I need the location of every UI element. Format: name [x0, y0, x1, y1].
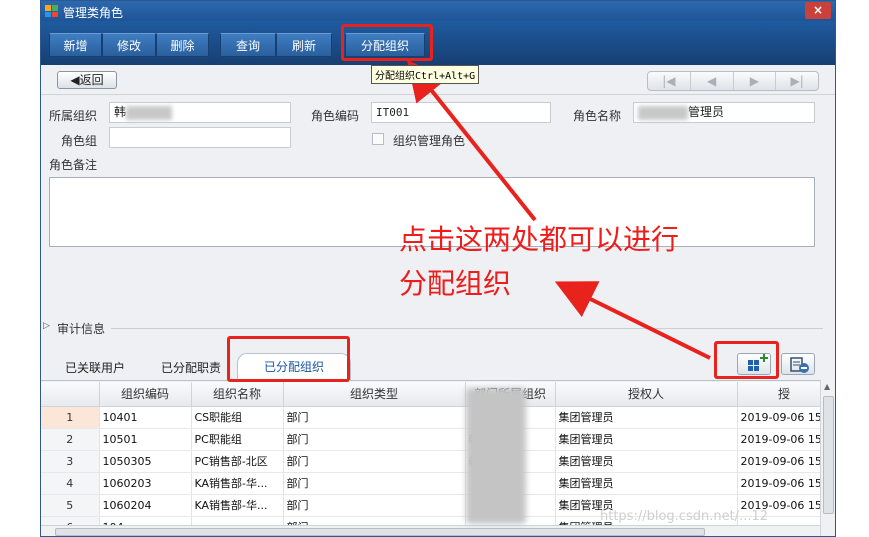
audit-section[interactable]: ▷ 审计信息 [43, 320, 829, 336]
close-icon[interactable]: × [805, 2, 831, 19]
cell-org-type: 部门 [283, 472, 466, 495]
group-field[interactable] [109, 127, 291, 148]
audit-label: 审计信息 [57, 322, 106, 336]
add-button[interactable]: 新增 [49, 33, 102, 57]
cell-org-type: 部门 [283, 494, 466, 517]
name-label: 角色名称 [573, 109, 622, 123]
refresh-button[interactable]: 刷新 [276, 33, 332, 57]
cell-org-name: PC职能组 [191, 428, 284, 451]
title-bar: 管理类角色 × [41, 1, 835, 21]
cell-grant-time: 2019-09-06 15 [737, 450, 823, 473]
table-row[interactable]: 2 10501 PC职能组 部门 韩 集团管理员 2019-09-06 15 [41, 428, 823, 451]
col-header-org-type[interactable]: 组织类型 [283, 382, 466, 407]
cell-org-name: KA销售部-华... [191, 494, 284, 517]
grid-header: 组织编码 组织名称 组织类型 部门所属组织 授权人 授 [41, 382, 823, 407]
row-number: 3 [41, 450, 100, 473]
org-grid: 组织编码 组织名称 组织类型 部门所属组织 授权人 授 1 10401 CS职能… [41, 382, 823, 525]
scroll-thumb[interactable] [55, 528, 705, 536]
next-record-icon[interactable]: ▶ [734, 72, 777, 90]
row-number: 2 [41, 428, 100, 451]
tab-linked-users[interactable]: 已关联用户 [65, 359, 125, 376]
col-header-org-code[interactable]: 组织编码 [99, 382, 192, 407]
cell-org-code: 104... [99, 516, 192, 525]
redaction [126, 105, 173, 120]
delete-button[interactable]: 删除 [156, 33, 209, 57]
record-pager: |◀ ◀ ▶ ▶| [647, 71, 819, 91]
assign-org-tooltip: 分配组织Ctrl+Alt+G [371, 65, 480, 84]
window-title: 管理类角色 [63, 6, 124, 20]
table-row[interactable]: 1 10401 CS职能组 部门 集团管理员 2019-09-06 15 [41, 406, 823, 429]
scroll-thumb[interactable] [823, 396, 834, 514]
org-value: 韩 [114, 105, 127, 119]
row-number: 5 [41, 494, 100, 517]
annotation-line-1: 点击这两处都可以进行 [399, 223, 680, 256]
query-button[interactable]: 查询 [220, 33, 276, 57]
row-number: 4 [41, 472, 100, 495]
cell-grantor: 集团管理员 [555, 472, 738, 495]
redaction [638, 105, 688, 120]
cell-org-code: 1060203 [99, 472, 192, 495]
cell-org-code: 1060204 [99, 494, 192, 517]
cell-org-type: 部门 [283, 406, 466, 429]
back-label: 返回 [79, 73, 104, 87]
cell-org-code: 1050305 [99, 450, 192, 473]
org-manage-checkbox[interactable] [372, 133, 384, 145]
group-label: 角色组 [61, 134, 98, 148]
org-label: 所属组织 [49, 109, 98, 123]
edit-button[interactable]: 修改 [102, 33, 156, 57]
last-record-icon[interactable]: ▶| [776, 72, 818, 90]
remark-label: 角色备注 [49, 158, 98, 172]
col-header-grant-time[interactable]: 授 [737, 382, 823, 407]
org-manage-label: 组织管理角色 [393, 134, 466, 148]
tab-assigned-duties[interactable]: 已分配职责 [161, 359, 221, 376]
cell-org-type: 部门 [283, 516, 466, 525]
highlight-box [227, 336, 350, 382]
prev-record-icon[interactable]: ◀ [691, 72, 734, 90]
table-row[interactable]: 3 1050305 PC销售部-北区 部门 韩 集团管理员 2019-09-06… [41, 450, 823, 473]
cell-grant-time: 2019-09-06 15 [737, 472, 823, 495]
cell-org-type: 部门 [283, 428, 466, 451]
org-field[interactable]: 韩 [109, 102, 291, 123]
col-header-grantor[interactable]: 授权人 [555, 382, 738, 407]
annotation-text: 点击这两处都可以进行 分配组织 [399, 218, 759, 306]
row-number: 1 [41, 406, 100, 429]
back-button[interactable]: ◀返回 [57, 71, 117, 89]
remove-org-icon[interactable] [781, 353, 815, 375]
highlight-box [714, 341, 779, 379]
col-header-rownum [41, 382, 100, 407]
cell-grantor: 集团管理员 [555, 428, 738, 451]
redaction [466, 388, 526, 524]
vertical-scrollbar[interactable]: ▲ [820, 380, 835, 536]
annotation-line-2: 分配组织 [399, 267, 512, 300]
col-header-org-name[interactable]: 组织名称 [191, 382, 284, 407]
row-number: 6 [41, 516, 100, 525]
cell-org-code: 10401 [99, 406, 192, 429]
code-field[interactable]: IT001 [371, 102, 551, 123]
cell-org-name: CS职能组 [191, 406, 284, 429]
highlight-box [341, 24, 433, 61]
watermark: https://blog.csdn.net/...12 [600, 509, 768, 524]
cell-org-name [191, 516, 284, 525]
scroll-up-icon[interactable]: ▲ [824, 382, 830, 391]
cell-org-name: PC销售部-北区 [191, 450, 284, 473]
cell-grant-time: 2019-09-06 15 [737, 428, 823, 451]
first-record-icon[interactable]: |◀ [648, 72, 691, 90]
app-logo-icon [45, 5, 58, 17]
expand-icon: ▷ [43, 321, 50, 331]
name-value: 管理员 [688, 105, 725, 119]
name-field[interactable]: 管理员 [633, 102, 815, 123]
toolbar: 新增 修改 删除 查询 刷新 分配组织 [41, 21, 835, 65]
divider [111, 328, 823, 329]
table-row[interactable]: 4 1060203 KA销售部-华... 部门 集团管理员 2019-09-06… [41, 472, 823, 495]
code-label: 角色编码 [311, 109, 360, 123]
cell-grantor: 集团管理员 [555, 450, 738, 473]
cell-grantor: 集团管理员 [555, 406, 738, 429]
cell-org-code: 10501 [99, 428, 192, 451]
cell-org-name: KA销售部-华... [191, 472, 284, 495]
cell-org-type: 部门 [283, 450, 466, 473]
horizontal-scrollbar[interactable] [41, 525, 820, 536]
cell-grant-time: 2019-09-06 15 [737, 406, 823, 429]
